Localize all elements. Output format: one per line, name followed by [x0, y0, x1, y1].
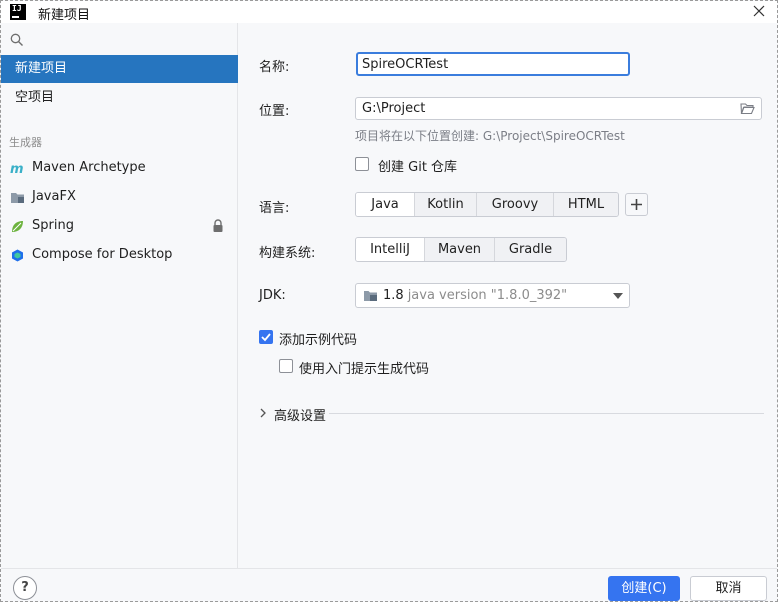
- git-repo-checkbox[interactable]: [355, 157, 369, 171]
- compose-icon: [12, 249, 23, 262]
- advanced-settings-toggle[interactable]: 高级设置: [259, 404, 764, 424]
- project-settings-panel: 名称: 位置: G:\Project 项目将在以下位置创建: G:\Projec…: [239, 23, 777, 568]
- onboarding-tips-checkbox[interactable]: [279, 359, 293, 373]
- language-label: 语言:: [259, 201, 290, 216]
- language-option-groovy[interactable]: Groovy: [477, 193, 554, 216]
- build-system-selector: IntelliJ Maven Gradle: [355, 237, 567, 262]
- name-label: 名称:: [259, 60, 290, 75]
- language-selector: Java Kotlin Groovy HTML: [355, 192, 619, 217]
- chevron-down-icon: [613, 293, 623, 299]
- sidebar-item-new-project[interactable]: 新建项目: [1, 55, 238, 83]
- create-button[interactable]: 创建(C): [608, 576, 680, 601]
- sidebar-item-spring[interactable]: Spring: [1, 212, 238, 240]
- build-option-intellij[interactable]: IntelliJ: [356, 238, 425, 261]
- title-bar: IJ 新建项目: [1, 1, 777, 23]
- plus-icon: [631, 199, 642, 210]
- new-project-dialog: IJ 新建项目 新建项目 空项目 生成器 m Maven Archetype J…: [0, 0, 778, 602]
- close-icon[interactable]: [751, 3, 767, 19]
- build-option-maven[interactable]: Maven: [425, 238, 495, 261]
- spring-icon: [12, 221, 23, 232]
- jdk-folder-icon: [364, 291, 377, 301]
- sample-code-checkbox[interactable]: [259, 330, 273, 344]
- svg-text:m: m: [10, 162, 24, 176]
- search-icon[interactable]: [10, 33, 24, 47]
- javafx-icon: [11, 193, 24, 203]
- jdk-version: 1.8: [383, 288, 404, 303]
- dialog-footer: ? 创建(C) 取消: [1, 568, 777, 601]
- jdk-dropdown[interactable]: 1.8 java version "1.8.0_392": [355, 283, 630, 308]
- language-option-kotlin[interactable]: Kotlin: [415, 193, 477, 216]
- location-label: 位置:: [259, 104, 290, 119]
- build-option-gradle[interactable]: Gradle: [495, 238, 566, 261]
- sidebar-item-label: 新建项目: [15, 61, 68, 76]
- window-title: 新建项目: [38, 8, 91, 23]
- jdk-label: JDK:: [259, 288, 286, 303]
- language-option-java[interactable]: Java: [356, 193, 415, 216]
- advanced-settings-label: 高级设置: [274, 409, 327, 424]
- sidebar-item-maven-archetype[interactable]: m Maven Archetype: [1, 154, 238, 182]
- location-value: G:\Project: [362, 101, 426, 116]
- intellij-logo-icon: IJ: [10, 4, 26, 20]
- folder-browse-icon[interactable]: [740, 102, 755, 115]
- jdk-description: java version "1.8.0_392": [407, 288, 568, 303]
- git-repo-label: 创建 Git 仓库: [378, 160, 458, 175]
- add-language-button[interactable]: [625, 193, 648, 216]
- maven-icon: m: [10, 162, 24, 176]
- sidebar-item-label: Spring: [32, 218, 74, 233]
- generators-group-label: 生成器: [9, 136, 42, 149]
- cancel-button[interactable]: 取消: [690, 576, 767, 601]
- help-button[interactable]: ?: [13, 576, 37, 600]
- language-option-html[interactable]: HTML: [554, 193, 618, 216]
- chevron-right-icon: [260, 408, 266, 418]
- sidebar-item-label: Compose for Desktop: [32, 247, 173, 262]
- onboarding-tips-label: 使用入门提示生成代码: [299, 362, 430, 377]
- location-input[interactable]: G:\Project: [355, 97, 762, 120]
- build-system-label: 构建系统:: [259, 246, 316, 261]
- sidebar-item-javafx[interactable]: JavaFX: [1, 183, 238, 211]
- sidebar-item-label: 空项目: [15, 90, 55, 105]
- sidebar-item-label: Maven Archetype: [32, 160, 146, 175]
- sample-code-label: 添加示例代码: [279, 333, 358, 348]
- sidebar-item-empty-project[interactable]: 空项目: [1, 84, 238, 112]
- location-hint: 项目将在以下位置创建: G:\Project\SpireOCRTest: [355, 129, 625, 143]
- sidebar-item-label: JavaFX: [32, 189, 76, 204]
- lock-icon: [213, 219, 223, 232]
- project-name-input[interactable]: [356, 52, 630, 76]
- checkmark-icon: [261, 333, 271, 342]
- project-type-sidebar: 新建项目 空项目 生成器 m Maven Archetype JavaFX Sp…: [1, 23, 238, 568]
- divider: [329, 413, 764, 414]
- sidebar-item-compose-for-desktop[interactable]: Compose for Desktop: [1, 241, 238, 269]
